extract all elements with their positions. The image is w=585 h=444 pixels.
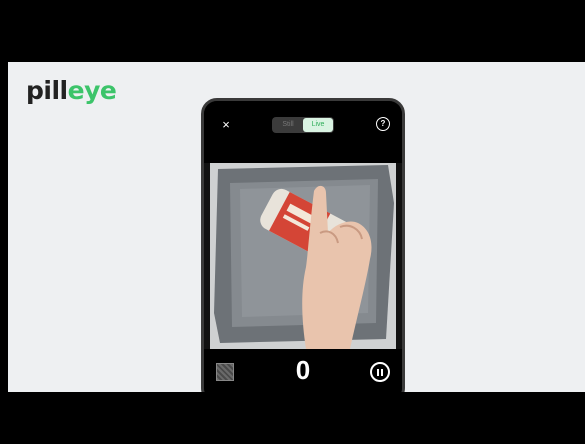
close-icon[interactable]: × — [218, 117, 234, 133]
phone-top-bar: × Still Live ? — [204, 101, 402, 163]
phone-mockup: × Still Live ? 0 — [201, 98, 405, 392]
brand-part-2: eye — [67, 76, 117, 105]
mode-toggle[interactable]: Still Live — [272, 117, 334, 133]
video-frame[interactable]: pilleye × Still Live ? 0 — [0, 0, 585, 444]
pause-icon[interactable] — [370, 362, 390, 382]
mode-still[interactable]: Still — [273, 118, 303, 132]
brand-logo: pilleye — [26, 76, 117, 105]
video-stage: pilleye × Still Live ? 0 — [8, 62, 585, 392]
camera-feed-illustration — [210, 163, 396, 349]
camera-view — [210, 163, 396, 349]
phone-bottom-bar: 0 — [204, 349, 402, 392]
mode-live[interactable]: Live — [303, 118, 333, 132]
brand-part-1: pill — [26, 76, 68, 105]
help-icon[interactable]: ? — [376, 117, 390, 131]
